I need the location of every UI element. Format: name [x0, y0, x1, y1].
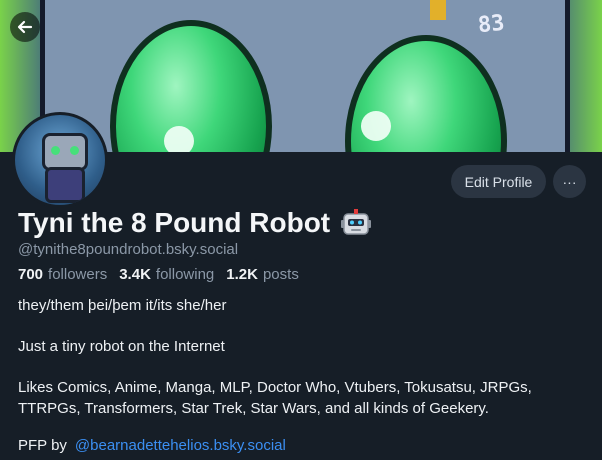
banner-number: 83	[476, 10, 506, 39]
more-options-button[interactable]: ···	[553, 165, 586, 198]
avatar[interactable]	[12, 112, 108, 208]
avatar-robot-head	[42, 133, 88, 171]
pfp-credit-link[interactable]: @bearnadettehelios.bsky.social	[75, 437, 286, 454]
back-button[interactable]	[10, 12, 40, 42]
display-name: Tyni the 8 Pound Robot	[18, 207, 372, 239]
robot-face-icon	[341, 209, 372, 235]
banner-stripe	[430, 0, 446, 20]
display-name-text: Tyni the 8 Pound Robot	[18, 207, 331, 238]
bio-tagline: Just a tiny robot on the Internet	[18, 338, 225, 355]
edit-profile-button[interactable]: Edit Profile	[451, 165, 546, 198]
arrow-left-icon	[17, 20, 33, 34]
following-stat[interactable]: 3.4K following	[119, 266, 214, 283]
bio-pronouns: they/them þei/þem it/its she/her	[18, 297, 227, 314]
avatar-robot-body	[45, 167, 85, 203]
profile-stats: 700 followers 3.4K following 1.2K posts	[18, 266, 299, 283]
bio-interests: Likes Comics, Anime, Manga, MLP, Doctor …	[18, 379, 532, 417]
followers-stat[interactable]: 700 followers	[18, 266, 107, 283]
profile-handle: @tynithe8poundrobot.bsky.social	[18, 241, 239, 258]
bio-pfp-credit: PFP by @bearnadettehelios.bsky.social	[18, 437, 286, 454]
pfp-credit-prefix: PFP by	[18, 437, 67, 454]
posts-stat: 1.2K posts	[226, 266, 299, 283]
